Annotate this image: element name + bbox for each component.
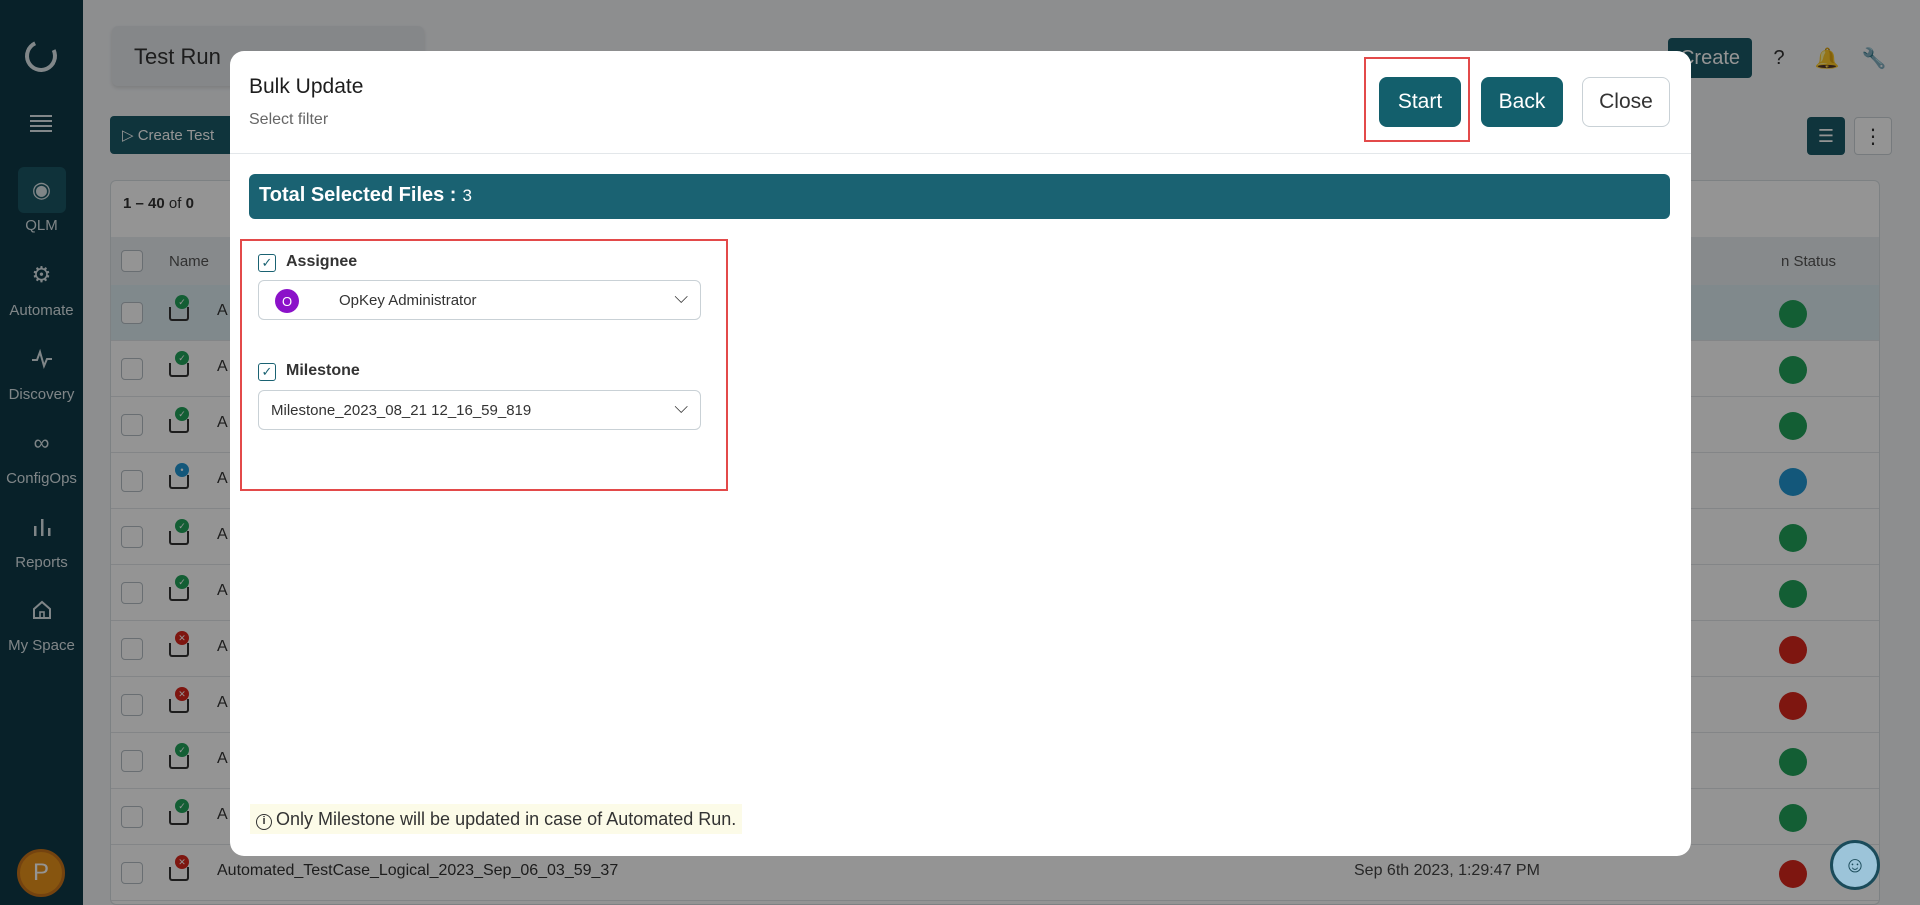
- modal-header: Bulk Update Select filter Start Back Clo…: [230, 51, 1691, 154]
- info-note: i Only Milestone will be updated in case …: [250, 804, 743, 834]
- chevron-down-icon: ⌵: [674, 397, 688, 417]
- modal-title: Bulk Update: [249, 75, 364, 98]
- info-icon: i: [256, 814, 272, 830]
- milestone-label: Milestone: [286, 362, 360, 379]
- total-selected-files-bar: Total Selected Files : 3: [249, 174, 1670, 219]
- milestone-select[interactable]: Milestone_2023_08_21 12_16_59_819 ⌵: [258, 390, 701, 430]
- total-selected-value: 3: [462, 186, 472, 205]
- total-selected-label: Total Selected Files :: [259, 184, 457, 206]
- chevron-down-icon: ⌵: [674, 287, 688, 307]
- assignee-value: OpKey Administrator: [339, 292, 477, 309]
- milestone-value: Milestone_2023_08_21 12_16_59_819: [271, 402, 532, 419]
- info-note-text: Only Milestone will be updated in case o…: [276, 809, 737, 829]
- assignee-avatar: O: [275, 289, 299, 313]
- milestone-checkbox[interactable]: ✓: [258, 363, 276, 381]
- assignee-checkbox[interactable]: ✓: [258, 254, 276, 272]
- chatbot-assistant-icon[interactable]: ☺: [1830, 840, 1880, 890]
- start-button[interactable]: Start: [1379, 77, 1461, 127]
- bulk-update-modal: Bulk Update Select filter Start Back Clo…: [230, 51, 1691, 856]
- close-button[interactable]: Close: [1582, 77, 1670, 127]
- assignee-label: Assignee: [286, 253, 358, 270]
- back-button[interactable]: Back: [1481, 77, 1563, 127]
- assignee-select[interactable]: O OpKey Administrator ⌵: [258, 280, 701, 320]
- modal-subtitle: Select filter: [249, 111, 329, 128]
